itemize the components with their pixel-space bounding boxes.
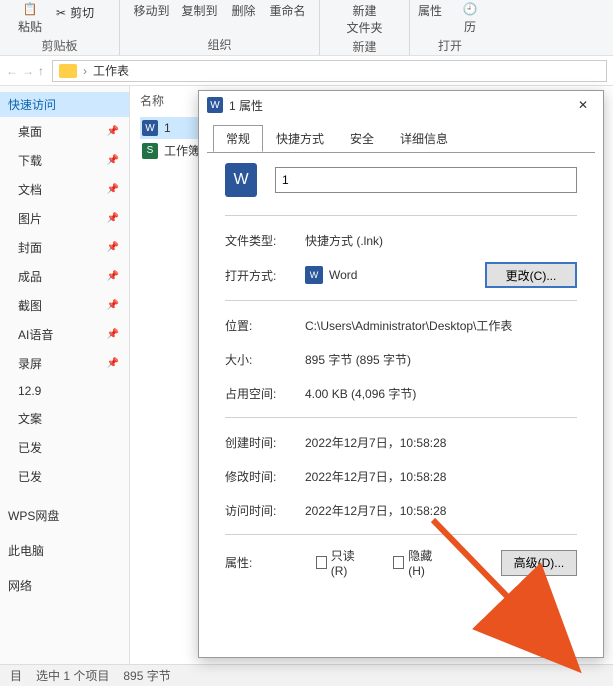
moveto-button[interactable]: 移动到 — [133, 2, 169, 19]
pin-icon: 📌 — [107, 271, 119, 282]
status-selected: 选中 1 个项目 — [36, 667, 109, 684]
copyto-button[interactable]: 复制到 — [181, 2, 217, 19]
dialog-title: 1 属性 — [229, 97, 263, 114]
tab-details[interactable]: 详细信息 — [387, 125, 461, 152]
pin-icon: 📌 — [107, 126, 119, 137]
folder-icon — [59, 64, 77, 78]
created-label: 创建时间: — [225, 434, 299, 451]
breadcrumb-bar: ← → ↑ › 工作表 — [0, 56, 613, 86]
open-group-caption: 打开 — [420, 37, 480, 54]
filetype-label: 文件类型: — [225, 232, 299, 249]
pin-icon: 📌 — [107, 329, 119, 340]
cut-button[interactable]: ✂ 剪切 — [56, 4, 94, 21]
clipboard-group-caption: 剪贴板 — [10, 37, 109, 54]
sidebar-item-aivoice[interactable]: AI语音📌 — [0, 320, 129, 349]
created-value: 2022年12月7日，10:58:28 — [305, 434, 577, 451]
pin-icon: 📌 — [107, 358, 119, 369]
tab-general[interactable]: 常规 — [213, 125, 263, 152]
word-app-icon: W — [305, 266, 323, 284]
size-value: 895 字节 (895 字节) — [305, 351, 577, 368]
status-count: 目 — [10, 667, 22, 684]
sidebar-item-wps[interactable]: WPS网盘 — [0, 501, 129, 530]
attributes-label: 属性: — [225, 554, 286, 571]
sidebar-item-record[interactable]: 录屏📌 — [0, 349, 129, 378]
file-name: 1 — [164, 121, 171, 135]
sidebar-item-documents[interactable]: 文档📌 — [0, 175, 129, 204]
address-bar[interactable]: › 工作表 — [52, 60, 607, 82]
sidebar-item-pictures[interactable]: 图片📌 — [0, 204, 129, 233]
paste-icon: 📋 — [23, 2, 38, 16]
change-button[interactable]: 更改(C)... — [485, 262, 577, 288]
history-icon: 🕘 — [463, 2, 478, 16]
sidebar-item-cover[interactable]: 封面📌 — [0, 233, 129, 262]
newfolder-button[interactable]: 新建 文件夹 — [346, 2, 382, 36]
dialog-titlebar[interactable]: W 1 属性 ✕ — [199, 91, 603, 119]
word-file-icon: W — [142, 120, 158, 136]
nav-back-icon[interactable]: ← — [6, 64, 18, 78]
nav-up-icon[interactable]: ↑ — [38, 64, 44, 78]
diskspace-value: 4.00 KB (4,096 字节) — [305, 385, 577, 402]
location-label: 位置: — [225, 317, 299, 334]
properties-button[interactable]: 属性 — [416, 2, 444, 19]
checkbox-icon — [316, 556, 327, 569]
dialog-tabs: 常规 快捷方式 安全 详细信息 — [199, 119, 603, 152]
scissors-icon: ✂ — [56, 6, 66, 20]
organize-group-caption: 组织 — [130, 36, 309, 53]
new-group-caption: 新建 — [330, 38, 399, 55]
sidebar-item-downloads[interactable]: 下载📌 — [0, 146, 129, 175]
diskspace-label: 占用空间: — [225, 385, 299, 402]
sidebar-item-129[interactable]: 12.9 — [0, 378, 129, 404]
modified-value: 2022年12月7日，10:58:28 — [305, 468, 577, 485]
chevron-right-icon: › — [83, 64, 87, 78]
status-size: 895 字节 — [123, 667, 170, 684]
modified-label: 修改时间: — [225, 468, 299, 485]
breadcrumb-folder[interactable]: 工作表 — [93, 62, 129, 79]
nav-fwd-icon[interactable]: → — [22, 64, 34, 78]
pin-icon: 📌 — [107, 184, 119, 195]
accessed-label: 访问时间: — [225, 502, 299, 519]
file-name-input[interactable] — [275, 167, 577, 193]
pin-icon: 📌 — [107, 300, 119, 311]
advanced-button[interactable]: 高级(D)... — [501, 550, 577, 576]
location-value: C:\Users\Administrator\Desktop\工作表 — [305, 317, 577, 334]
sidebar-item-sent2[interactable]: 已发 — [0, 462, 129, 491]
quick-access-header[interactable]: 快速访问 — [0, 92, 129, 117]
readonly-checkbox[interactable]: 只读(R) — [316, 547, 363, 578]
sidebar-item-sent1[interactable]: 已发 — [0, 433, 129, 462]
sidebar-item-copy[interactable]: 文案 — [0, 404, 129, 433]
sidebar-item-screenshots[interactable]: 截图📌 — [0, 291, 129, 320]
size-label: 大小: — [225, 351, 299, 368]
sidebar: 快速访问 桌面📌 下载📌 文档📌 图片📌 封面📌 成品📌 截图📌 AI语音📌 录… — [0, 86, 130, 664]
openwith-value: Word — [329, 268, 357, 282]
tab-shortcut[interactable]: 快捷方式 — [263, 125, 337, 152]
ribbon: 📋 粘贴 ✂ 剪切 剪贴板 移动到 复制到 删除 重命名 组织 新建 文件夹 — [0, 0, 613, 56]
sidebar-item-network[interactable]: 网络 — [0, 571, 129, 600]
close-button[interactable]: ✕ — [569, 98, 597, 112]
filetype-value: 快捷方式 (.lnk) — [305, 232, 577, 249]
word-large-icon: W — [225, 163, 257, 197]
sidebar-item-desktop[interactable]: 桌面📌 — [0, 117, 129, 146]
checkbox-icon — [393, 556, 404, 569]
pin-icon: 📌 — [107, 242, 119, 253]
hidden-checkbox[interactable]: 隐藏(H) — [393, 547, 440, 578]
paste-button[interactable]: 📋 粘贴 — [10, 2, 50, 35]
status-bar: 目 选中 1 个项目 895 字节 — [0, 664, 613, 686]
rename-button[interactable]: 重命名 — [270, 2, 306, 19]
openwith-label: 打开方式: — [225, 267, 299, 284]
delete-button[interactable]: 删除 — [230, 2, 258, 19]
pin-icon: 📌 — [107, 155, 119, 166]
word-file-icon: W — [207, 97, 223, 113]
excel-file-icon: S — [142, 143, 158, 159]
history-button[interactable]: 🕘历 — [456, 2, 484, 35]
sidebar-item-thispc[interactable]: 此电脑 — [0, 536, 129, 565]
pin-icon: 📌 — [107, 213, 119, 224]
accessed-value: 2022年12月7日，10:58:28 — [305, 502, 577, 519]
properties-dialog: W 1 属性 ✕ 常规 快捷方式 安全 详细信息 W 文件类型: 快捷方式 (.l… — [198, 90, 604, 658]
sidebar-item-finished[interactable]: 成品📌 — [0, 262, 129, 291]
tab-security[interactable]: 安全 — [337, 125, 387, 152]
close-icon: ✕ — [578, 98, 588, 112]
